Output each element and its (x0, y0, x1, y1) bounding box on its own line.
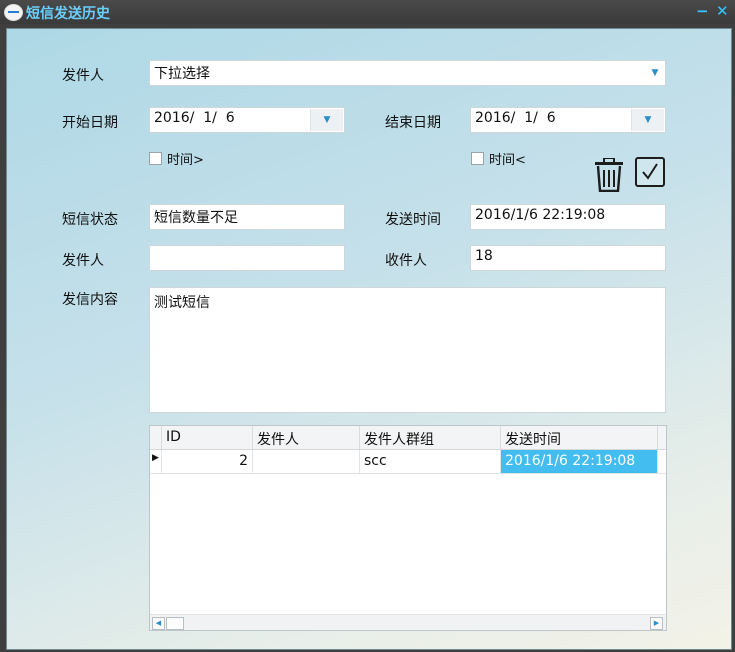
end-date-picker[interactable]: 2016/ 1/ 6 ▼ (470, 107, 666, 133)
app-icon (4, 4, 23, 21)
triangle-right-icon: ▶ (150, 450, 162, 474)
trash-icon[interactable] (594, 158, 624, 192)
scroll-thumb[interactable] (166, 617, 184, 630)
confirm-button[interactable] (635, 157, 665, 187)
recipient-field[interactable]: 18 (470, 245, 666, 271)
time-gt-label: 时间> (167, 153, 204, 168)
titlebar[interactable]: 短信发送历史 − ✕ (0, 0, 735, 24)
app-window: 短信发送历史 − ✕ 发件人 下拉选择 ▼ 开始日期 2016/ 1/ 6 ▼ … (0, 0, 735, 652)
time-lt-checkbox[interactable] (471, 152, 484, 165)
close-button[interactable]: ✕ (716, 2, 729, 20)
content-label: 发信内容 (62, 292, 118, 308)
grid-corner (150, 426, 162, 450)
column-header-id[interactable]: ID (162, 426, 253, 450)
history-grid[interactable]: ID 发件人 发件人群组 发送时间 ▶ 2 scc 2016/1/6 22:19… (149, 425, 667, 631)
cell-send-time[interactable]: 2016/1/6 22:19:08 (501, 450, 658, 474)
window-title: 短信发送历史 (26, 6, 110, 22)
send-time-label: 发送时间 (385, 212, 441, 228)
sender2-field[interactable] (149, 245, 345, 271)
chevron-down-icon[interactable]: ▼ (646, 63, 664, 83)
sender-select-value: 下拉选择 (154, 66, 210, 82)
form-panel: 发件人 下拉选择 ▼ 开始日期 2016/ 1/ 6 ▼ 结束日期 2016/ … (6, 28, 732, 650)
cell-group[interactable]: scc (360, 450, 501, 474)
cell-extra[interactable] (658, 450, 666, 474)
cell-sender[interactable] (253, 450, 360, 474)
recipient-label: 收件人 (385, 253, 427, 269)
sms-status-label: 短信状态 (62, 212, 118, 228)
sender2-label: 发件人 (62, 253, 104, 269)
sender-select[interactable]: 下拉选择 ▼ (149, 60, 666, 86)
column-header-sender[interactable]: 发件人 (253, 426, 360, 450)
horizontal-scrollbar[interactable]: ◀ ▶ (150, 614, 666, 630)
scroll-right-icon[interactable]: ▶ (650, 617, 663, 630)
chevron-down-icon[interactable]: ▼ (631, 109, 664, 131)
start-date-label: 开始日期 (62, 115, 118, 131)
minimize-button[interactable]: − (696, 2, 709, 20)
sender-label: 发件人 (62, 68, 104, 84)
time-gt-checkbox[interactable] (149, 152, 162, 165)
column-header-extra[interactable] (658, 426, 666, 450)
cell-id[interactable]: 2 (162, 450, 253, 474)
content-textarea[interactable]: 测试短信 (149, 287, 666, 413)
end-date-label: 结束日期 (385, 115, 441, 131)
sms-status-field[interactable]: 短信数量不足 (149, 204, 345, 230)
column-header-send-time[interactable]: 发送时间 (501, 426, 658, 450)
column-header-group[interactable]: 发件人群组 (360, 426, 501, 450)
scroll-left-icon[interactable]: ◀ (152, 617, 165, 630)
start-date-picker[interactable]: 2016/ 1/ 6 ▼ (149, 107, 345, 133)
end-date-value: 2016/ 1/ 6 (475, 110, 556, 126)
send-time-field[interactable]: 2016/1/6 22:19:08 (470, 204, 666, 230)
checkmark-icon (642, 163, 658, 180)
start-date-value: 2016/ 1/ 6 (154, 110, 235, 126)
chevron-down-icon[interactable]: ▼ (310, 109, 343, 131)
time-lt-label: 时间< (489, 153, 526, 168)
